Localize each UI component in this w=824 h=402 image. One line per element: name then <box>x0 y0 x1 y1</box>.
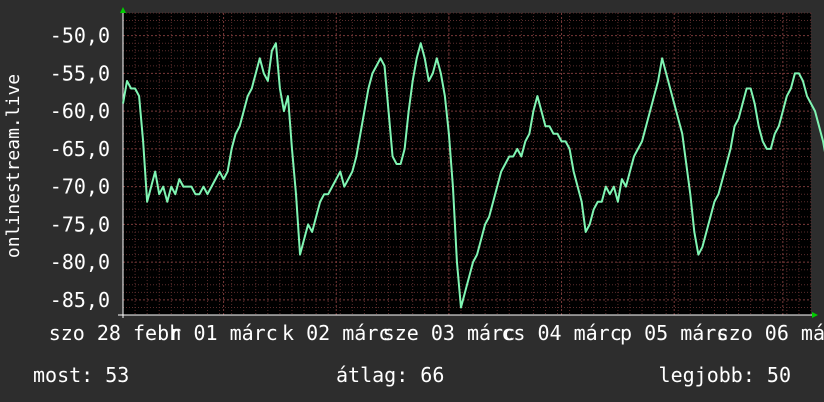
x-axis-arrow-icon <box>812 312 818 318</box>
y-axis-arrow-icon <box>120 7 126 13</box>
current-value: most: 53 <box>33 363 129 387</box>
y-tick-label: -70,0 <box>50 175 110 199</box>
plot-area <box>123 13 811 315</box>
y-tick-label: -50,0 <box>50 24 110 48</box>
x-tick-labels: szo 28 febrh 01 márc k 02 márcsze 03 márc… <box>49 321 824 345</box>
y-axis-label: onlinestream.live <box>3 74 24 258</box>
x-tick-label: cs 04 márc <box>501 321 621 345</box>
y-tick-label: -80,0 <box>50 250 110 274</box>
x-tick-label: k 02 márc <box>282 321 390 345</box>
x-tick-label: sze 03 márc <box>383 321 515 345</box>
y-tick-label: -60,0 <box>50 99 110 123</box>
y-tick-label: -85,0 <box>50 288 110 312</box>
x-tick-label: p 05 márc <box>620 321 728 345</box>
x-tick-label: h 01 márc <box>169 321 277 345</box>
y-tick-labels: -50,0 -55,0 -60,0 -65,0 -70,0 -75,0 -80,0 -85,0 <box>50 24 110 312</box>
x-tick-label: szo 06 márc <box>717 321 824 345</box>
chart: -50,0 -55,0 -60,0 -65,0 -70,0 -75,0 -80,0 -85,0… <box>3 7 824 387</box>
average-value: átlag: 66 <box>336 363 444 387</box>
y-tick-label: -65,0 <box>50 137 110 161</box>
y-tick-label: -75,0 <box>50 212 110 236</box>
x-tick-label: szo 28 febr <box>49 321 181 345</box>
y-tick-label: -55,0 <box>50 61 110 85</box>
best-value: legjobb: 50 <box>659 363 791 387</box>
